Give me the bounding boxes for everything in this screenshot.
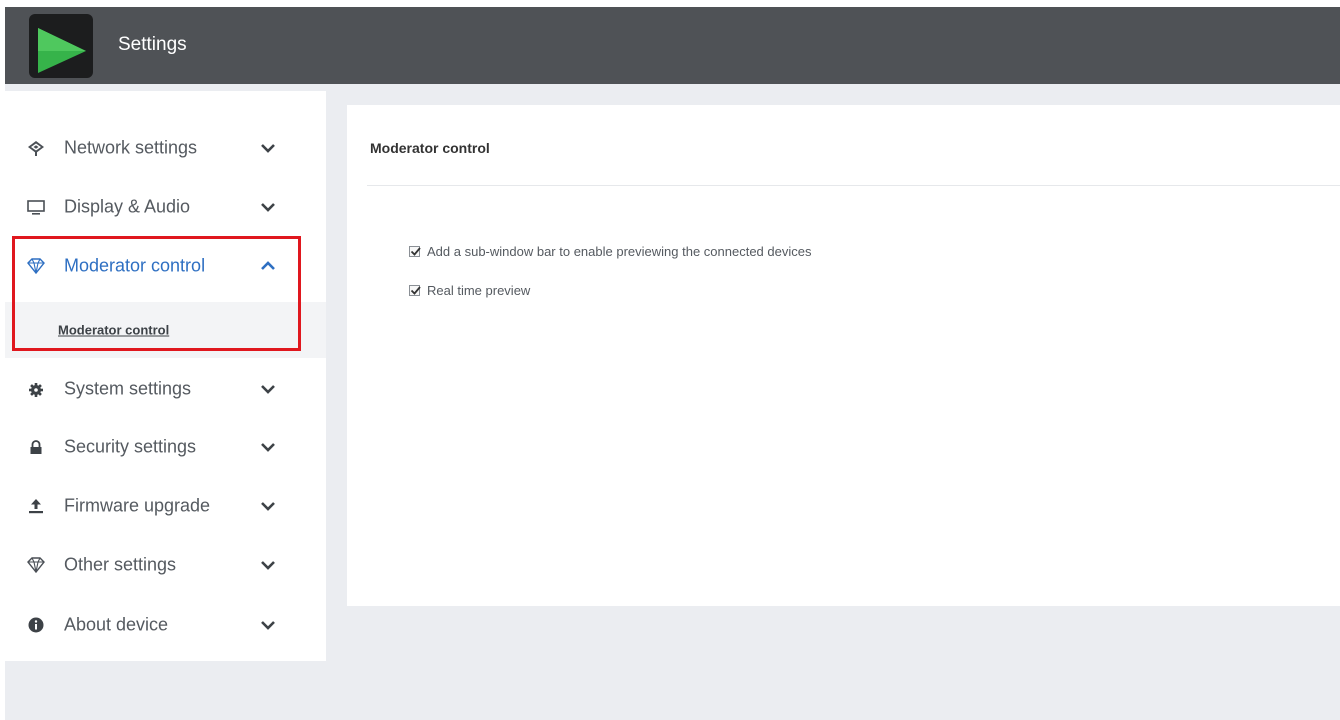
chevron-down-icon[interactable] [260,441,276,453]
gear-icon [27,380,45,398]
sidebar-item-label: Security settings [64,436,197,457]
sidebar-item-network-settings[interactable]: Network settings [5,123,326,173]
sidebar-subitem-moderator-control[interactable]: Moderator control [5,302,326,358]
sidebar-item-about-device[interactable]: About device [5,600,326,650]
chevron-down-icon[interactable] [260,559,276,571]
panel-title: Moderator control [370,140,490,156]
monitor-icon [27,198,45,216]
sidebar-item-label: Other settings [64,554,177,575]
panel-divider [367,185,1340,186]
wifi-icon [27,139,45,157]
sidebar-item-label: Moderator control [64,255,206,276]
sidebar-item-label: About device [64,614,169,635]
chevron-down-icon[interactable] [260,500,276,512]
checkbox-real-time-preview[interactable] [409,285,421,296]
sidebar-item-moderator-control[interactable]: Moderator control [5,241,326,291]
app-window: Settings Network settings Display & Audi… [5,7,1340,720]
content-panel: Moderator control Add a sub-window bar t… [347,105,1340,606]
sidebar-item-firmware-upgrade[interactable]: Firmware upgrade [5,481,326,531]
lock-icon [27,438,45,456]
sidebar: Network settings Display & Audio Moderat… [5,91,326,661]
app-logo [29,14,93,78]
diamond-icon [27,257,45,275]
sidebar-item-security-settings[interactable]: Security settings [5,422,326,472]
sidebar-item-system-settings[interactable]: System settings [5,364,326,414]
chevron-down-icon[interactable] [260,201,276,213]
checkbox-sub-window-bar[interactable] [409,246,421,257]
sidebar-item-label: Firmware upgrade [64,495,211,516]
option-label: Add a sub-window bar to enable previewin… [427,244,812,259]
chevron-down-icon[interactable] [260,383,276,395]
sidebar-subitem-label: Moderator control [58,322,170,338]
sidebar-item-label: Network settings [64,137,198,158]
app-title: Settings [118,34,187,55]
diamond-icon [27,556,45,574]
sidebar-item-other-settings[interactable]: Other settings [5,540,326,590]
play-triangle-icon [38,28,86,73]
chevron-down-icon[interactable] [260,142,276,154]
sidebar-item-label: Display & Audio [64,196,191,217]
chevron-up-icon[interactable] [260,260,276,272]
chevron-down-icon[interactable] [260,619,276,631]
option-label: Real time preview [427,283,531,298]
sidebar-item-label: System settings [64,378,192,399]
header-bar: Settings [5,7,1340,84]
info-icon [27,616,45,634]
upload-icon [27,497,45,515]
sidebar-item-display-audio[interactable]: Display & Audio [5,182,326,232]
